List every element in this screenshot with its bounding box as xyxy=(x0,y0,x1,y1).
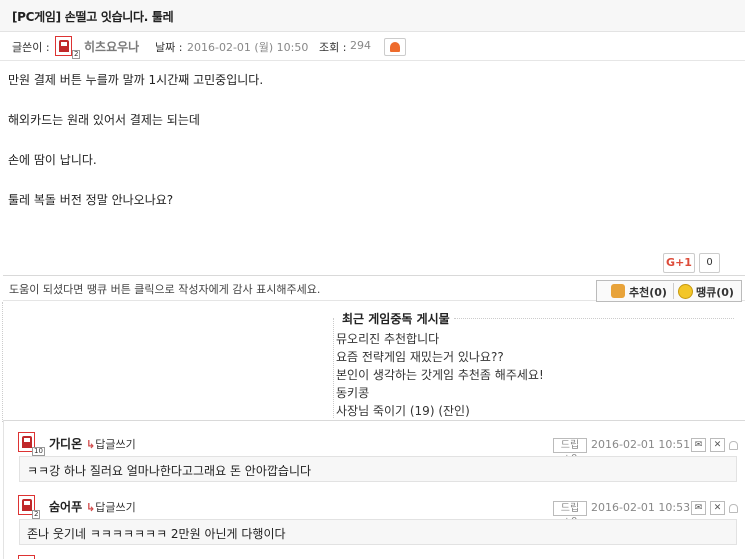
views-count: 294 xyxy=(350,39,371,52)
post-title: [PC게임] 손떨고 잇습니다. 툴레 xyxy=(12,10,174,24)
divider xyxy=(333,318,334,418)
reply-arrow-icon: ↳ xyxy=(86,438,96,451)
post-body-line: 툴레 복돌 버전 정말 안나오나요? xyxy=(8,193,174,207)
vote-divider xyxy=(673,283,674,299)
close-icon[interactable]: ✕ xyxy=(710,438,725,452)
recent-post-link[interactable]: 사장님 죽이기 (19) (잔인) xyxy=(336,402,470,419)
commenter-level-badge: 10 xyxy=(32,447,45,456)
close-icon[interactable]: ✕ xyxy=(710,501,725,515)
alarm-icon xyxy=(390,42,400,52)
alarm-button[interactable] xyxy=(384,38,406,56)
recent-post-link[interactable]: 동키콩 xyxy=(336,384,369,401)
reply-arrow-icon: ↳ xyxy=(86,501,96,514)
post-body-line: 손에 땀이 납니다. xyxy=(8,153,97,167)
message-icon[interactable]: ✉ xyxy=(691,438,706,452)
author-level-badge: 2 xyxy=(72,50,81,59)
comment-body: 존나 웃기네 ㅋㅋㅋㅋㅋㅋㅋ 2만원 아닌게 다행이다 xyxy=(19,519,737,545)
comment-date: 2016-02-01 10:51 xyxy=(591,438,691,451)
bell-icon[interactable] xyxy=(729,441,738,450)
comment-text: 존나 웃기네 ㅋㅋㅋㅋㅋㅋㅋ 2만원 아닌게 다행이다 xyxy=(27,527,286,541)
comment-list: 10 가디온 ↳답글쓰기 드립+0 2016-02-01 10:51 ✉ ✕ ㅋ… xyxy=(3,420,745,559)
commenter-avatar-icon[interactable] xyxy=(18,555,35,559)
google-plus-button[interactable]: G+1 xyxy=(663,253,695,273)
post-body-line: 해외카드는 원래 있어서 결제는 되는데 xyxy=(8,113,200,127)
author-label: 글쓴이 : xyxy=(12,41,50,54)
comment-text: ㅋㅋ강 하나 질러요 얼마나한다고그래요 돈 안아깝습니다 xyxy=(27,464,312,478)
recent-posts-heading: 최근 게임중독 게시물 xyxy=(342,310,453,327)
commenter-name[interactable]: 가디온 xyxy=(49,435,82,452)
views-label: 조회 : xyxy=(319,41,347,54)
author-name[interactable]: 히츠요우나 xyxy=(84,38,139,55)
divider xyxy=(2,302,3,422)
recent-post-link[interactable]: 본인이 생각하는 갓게임 추천좀 해주세요! xyxy=(336,366,544,383)
comment-body: ㅋㅋ강 하나 질러요 얼마나한다고그래요 돈 안아깝습니다 xyxy=(19,456,737,482)
commenter-name[interactable]: 숨어푸 xyxy=(49,498,82,515)
comment-date: 2016-02-01 10:53 xyxy=(591,501,691,514)
date-label: 날짜 : xyxy=(155,41,183,54)
thumbs-up-icon[interactable] xyxy=(611,284,625,298)
reply-button[interactable]: ↳답글쓰기 xyxy=(86,499,136,515)
reply-button[interactable]: ↳답글쓰기 xyxy=(86,436,136,452)
post-header: [PC게임] 손떨고 잇습니다. 툴레 xyxy=(0,0,745,32)
thankyou-button[interactable]: 땡큐(0) xyxy=(696,284,734,300)
google-plus-count: 0 xyxy=(699,253,720,273)
drip-button[interactable]: 드립+0 xyxy=(553,438,587,464)
thanks-message: 도움이 되셨다면 땡큐 버튼 클릭으로 작성자에게 감사 표시해주세요. xyxy=(9,283,321,296)
recent-post-link[interactable]: 요즘 전략게임 재밌는거 있나요?? xyxy=(336,348,504,365)
recent-post-link[interactable]: 뮤오리진 추천합니다 xyxy=(336,330,439,347)
post-body-line: 만원 결제 버튼 누를까 말까 1시간째 고민중입니다. xyxy=(8,73,264,87)
message-icon[interactable]: ✉ xyxy=(691,501,706,515)
divider xyxy=(454,318,734,319)
bell-icon[interactable] xyxy=(729,504,738,513)
commenter-level-badge: 2 xyxy=(32,510,41,519)
smile-icon[interactable] xyxy=(678,284,693,299)
drip-button[interactable]: 드립+0 xyxy=(553,501,587,527)
recommend-button[interactable]: 추천(0) xyxy=(629,284,667,300)
post-meta: 글쓴이 : 2 히츠요우나 날짜 : 2016-02-01 (월) 10:50 … xyxy=(0,33,745,61)
vote-box: 추천(0) 땡큐(0) xyxy=(596,280,742,302)
post-date: 2016-02-01 (월) 10:50 xyxy=(187,41,309,54)
author-avatar-icon[interactable] xyxy=(55,36,72,56)
